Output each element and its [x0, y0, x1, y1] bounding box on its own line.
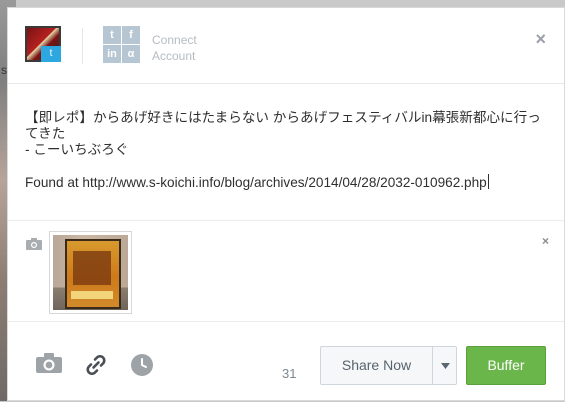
share-now-button[interactable]: Share Now — [320, 346, 432, 385]
dialog-footer: 31 Share Now Buffer — [8, 320, 564, 402]
found-at-text: Found at http://www.s-koichi.info/blog/a… — [25, 175, 487, 190]
facebook-icon: f — [122, 26, 140, 44]
profile-avatar[interactable]: t — [25, 26, 61, 62]
header-divider — [82, 28, 83, 64]
post-title-suffix: - こーいちぶろぐ — [25, 142, 129, 157]
media-attachment-area: × — [8, 220, 564, 322]
post-title-line: 【即レポ】からあげ好きにはたまらない からあげフェスティバルin幕張新都心に行っ… — [25, 110, 541, 141]
twitter-icon: t — [103, 26, 121, 44]
twitter-icon: t — [41, 46, 61, 62]
buffer-button[interactable]: Buffer — [466, 346, 546, 385]
linkedin-icon: in — [103, 45, 121, 63]
connect-social-icons[interactable]: t f in α — [103, 26, 140, 63]
remove-attachment-icon[interactable]: × — [542, 234, 549, 248]
text-caret — [487, 174, 489, 189]
character-count: 31 — [282, 366, 297, 381]
karaage-banner-photo — [53, 235, 128, 310]
close-icon[interactable]: × — [535, 30, 546, 48]
clock-icon[interactable] — [130, 353, 154, 377]
update-textarea[interactable]: 【即レポ】からあげ好きにはたまらない からあげフェスティバルin幕張新都心に行っ… — [25, 110, 550, 191]
banner-graphic — [65, 239, 121, 309]
connect-account-link[interactable]: Connect Account — [152, 32, 222, 64]
camera-icon[interactable] — [26, 238, 42, 250]
link-icon[interactable] — [84, 353, 108, 377]
dialog-header: t t f in α Connect Account × — [8, 8, 564, 84]
share-options-dropdown[interactable] — [432, 346, 457, 385]
attached-image-thumbnail[interactable] — [49, 231, 132, 314]
appnet-icon: α — [122, 45, 140, 63]
buffer-composer-dialog: t t f in α Connect Account × 【即レポ】からあげ好き… — [7, 7, 565, 401]
camera-icon[interactable] — [36, 353, 62, 373]
chevron-down-icon — [441, 363, 450, 369]
